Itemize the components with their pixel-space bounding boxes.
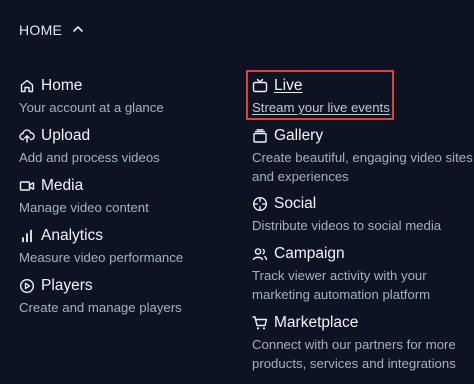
home-icon <box>19 78 35 94</box>
users-icon <box>252 246 268 262</box>
bar-chart-icon <box>19 228 35 244</box>
menu-item-gallery[interactable]: Gallery Create beautiful, engaging video… <box>252 126 474 186</box>
menu-item-title: Media <box>41 177 84 194</box>
menu-item-players[interactable]: Players Create and manage players <box>19 276 234 317</box>
menu-item-description: Stream your live events <box>252 100 390 115</box>
menu-item-social[interactable]: Social Distribute videos to social media <box>252 194 474 235</box>
cart-icon <box>252 315 268 331</box>
aperture-icon <box>252 196 268 212</box>
menu-item-description: Connect with our partners for more produ… <box>252 337 456 371</box>
menu-item-description: Manage video content <box>19 200 149 215</box>
upload-cloud-icon <box>19 128 35 144</box>
menu-item-upload[interactable]: Upload Add and process videos <box>19 126 234 167</box>
menu-item-title: Analytics <box>41 227 104 244</box>
chevron-up-icon <box>72 22 84 38</box>
menu-item-title: Upload <box>41 127 91 144</box>
menu-item-description: Distribute videos to social media <box>252 218 442 233</box>
right-column: Live Stream your live events Gallery Cre… <box>252 76 474 373</box>
menu-item-media[interactable]: Media Manage video content <box>19 176 234 217</box>
menu-item-live[interactable]: Live Stream your live events <box>252 76 474 117</box>
menu-item-description: Create and manage players <box>19 300 182 315</box>
menu-item-description: Add and process videos <box>19 150 160 165</box>
menu-item-description: Create beautiful, engaging video sites a… <box>252 150 473 184</box>
play-circle-icon <box>19 278 35 294</box>
menu-header-label: HOME <box>19 22 63 38</box>
menu-item-description: Measure video performance <box>19 250 184 265</box>
gallery-icon <box>252 128 268 144</box>
menu-item-title: Home <box>41 77 83 94</box>
tv-icon <box>252 78 268 94</box>
menu-item-home[interactable]: Home Your account at a glance <box>19 76 234 117</box>
menu-item-marketplace[interactable]: Marketplace Connect with our partners fo… <box>252 313 474 373</box>
video-camera-icon <box>19 178 35 194</box>
home-menu-toggle[interactable]: HOME <box>19 22 84 38</box>
menu-item-description: Track viewer activity with your marketin… <box>252 268 431 302</box>
menu-item-title: Campaign <box>274 245 345 262</box>
left-column: Home Your account at a glance Upload Add… <box>19 76 234 326</box>
menu-item-title: Gallery <box>274 127 324 144</box>
menu-item-title: Social <box>274 195 317 212</box>
menu-item-analytics[interactable]: Analytics Measure video performance <box>19 226 234 267</box>
menu-item-description: Your account at a glance <box>19 100 164 115</box>
menu-item-title: Players <box>41 277 93 294</box>
menu-item-campaign[interactable]: Campaign Track viewer activity with your… <box>252 244 474 304</box>
menu-item-title: Live <box>274 77 303 94</box>
menu-item-title: Marketplace <box>274 314 359 331</box>
